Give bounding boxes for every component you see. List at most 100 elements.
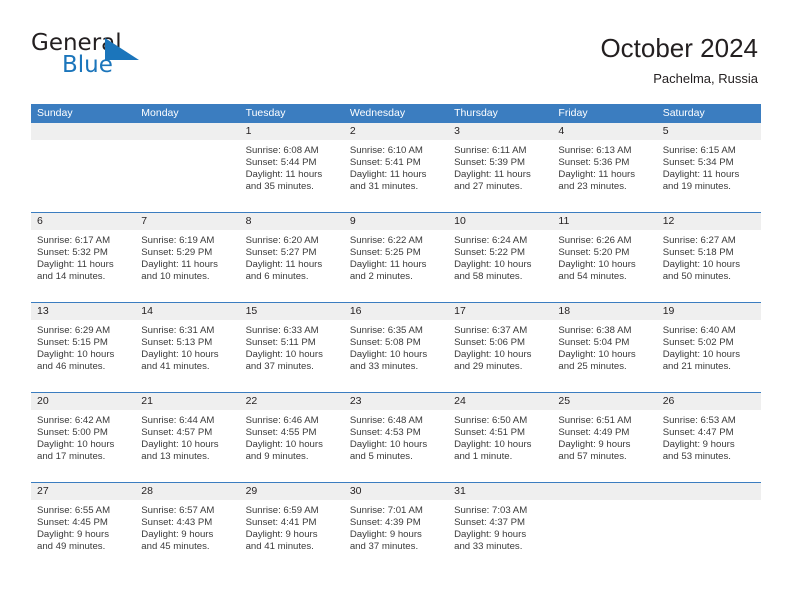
- day-cell-11[interactable]: Sunrise: 6:26 AM Sunset: 5:20 PM Daylight:…: [552, 230, 656, 302]
- day-detail-line: Daylight: 11 hours: [141, 259, 218, 271]
- calendar-week-row: 13 14 15 16 17 18 19 Sunrise: 6:29 AM Sunset: 5:…: [31, 302, 761, 392]
- day-cell-6[interactable]: Sunrise: 6:17 AM Sunset: 5:32 PM Daylight:…: [31, 230, 135, 302]
- day-number-25[interactable]: 25: [552, 393, 656, 410]
- brand-name-blue: Blue: [62, 52, 113, 78]
- day-number-8[interactable]: 8: [240, 213, 344, 230]
- day-number-27[interactable]: 27: [31, 483, 135, 500]
- day-detail-line: Daylight: 10 hours: [37, 439, 115, 451]
- day-number-24[interactable]: 24: [448, 393, 552, 410]
- day-number-29[interactable]: 29: [240, 483, 344, 500]
- day-number-7[interactable]: 7: [135, 213, 239, 230]
- calendar-weeks: 1 2 3 4 5 Sunrise: 6:08 AM Sunset: 5:44 PM Dayl…: [31, 123, 761, 566]
- day-number-23[interactable]: 23: [344, 393, 448, 410]
- day-number-19[interactable]: 19: [657, 303, 761, 320]
- calendar-week-row: 1 2 3 4 5 Sunrise: 6:08 AM Sunset: 5:44 PM Dayl…: [31, 123, 761, 212]
- day-number-empty: [552, 483, 656, 500]
- title-block: October 2024 Pachelma, Russia: [600, 32, 758, 86]
- day-number-31[interactable]: 31: [448, 483, 552, 500]
- brand-logo[interactable]: General Blue: [31, 32, 143, 86]
- day-cell-25[interactable]: Sunrise: 6:51 AM Sunset: 4:49 PM Daylight:…: [552, 410, 656, 482]
- day-number-15[interactable]: 15: [240, 303, 344, 320]
- day-detail-line: Sunrise: 6:55 AM: [37, 505, 111, 516]
- day-detail-line: Sunrise: 6:44 AM: [141, 415, 215, 426]
- day-number-17[interactable]: 17: [448, 303, 552, 320]
- day-number-9[interactable]: 9: [344, 213, 448, 230]
- day-detail-line: Sunrise: 6:19 AM: [141, 235, 215, 246]
- day-detail-line: and 53 minutes.: [662, 451, 731, 463]
- day-detail-line: Sunrise: 6:27 AM: [662, 235, 736, 246]
- day-number-3[interactable]: 3: [448, 123, 552, 140]
- day-detail-line: and 27 minutes.: [454, 181, 523, 193]
- day-cell-10[interactable]: Sunrise: 6:24 AM Sunset: 5:22 PM Daylight:…: [448, 230, 552, 302]
- day-cell-16[interactable]: Sunrise: 6:35 AM Sunset: 5:08 PM Daylight:…: [344, 320, 448, 392]
- day-cell-15[interactable]: Sunrise: 6:33 AM Sunset: 5:11 PM Daylight:…: [240, 320, 344, 392]
- day-cell-3[interactable]: Sunrise: 6:11 AM Sunset: 5:39 PM Daylight:…: [448, 140, 552, 212]
- day-detail-line: and 19 minutes.: [662, 181, 731, 193]
- day-detail-line: Daylight: 10 hours: [349, 349, 428, 361]
- day-cell-14[interactable]: Sunrise: 6:31 AM Sunset: 5:13 PM Daylight:…: [135, 320, 239, 392]
- day-number-4[interactable]: 4: [552, 123, 656, 140]
- day-number-21[interactable]: 21: [135, 393, 239, 410]
- day-number-28[interactable]: 28: [135, 483, 239, 500]
- day-detail-line: Sunset: 4:37 PM: [454, 517, 526, 529]
- weekday-header-thursday: Thursday: [454, 107, 498, 119]
- day-detail-line: and 50 minutes.: [662, 271, 731, 283]
- day-number-20[interactable]: 20: [31, 393, 135, 410]
- day-number-10[interactable]: 10: [448, 213, 552, 230]
- weekday-header-tuesday: Tuesday: [245, 107, 286, 119]
- day-detail-line: Daylight: 11 hours: [662, 169, 740, 181]
- day-number-12[interactable]: 12: [657, 213, 761, 230]
- day-cell-20[interactable]: Sunrise: 6:42 AM Sunset: 5:00 PM Daylight:…: [31, 410, 135, 482]
- day-cell-31[interactable]: Sunrise: 7:03 AM Sunset: 4:37 PM Daylight:…: [448, 500, 552, 566]
- day-detail-line: and 41 minutes.: [141, 361, 210, 373]
- day-cell-18[interactable]: Sunrise: 6:38 AM Sunset: 5:04 PM Daylight:…: [552, 320, 656, 392]
- day-detail-band: Sunrise: 6:29 AM Sunset: 5:15 PM Daylight:…: [31, 320, 761, 392]
- day-detail-line: Sunrise: 7:03 AM: [454, 505, 528, 516]
- day-cell-27[interactable]: Sunrise: 6:55 AM Sunset: 4:45 PM Daylight:…: [31, 500, 135, 566]
- day-cell-29[interactable]: Sunrise: 6:59 AM Sunset: 4:41 PM Daylight:…: [240, 500, 344, 566]
- day-detail-line: Daylight: 9 hours: [245, 529, 318, 541]
- day-detail-line: Sunrise: 6:29 AM: [37, 325, 111, 336]
- day-number-11[interactable]: 11: [552, 213, 656, 230]
- day-detail-line: Daylight: 11 hours: [37, 259, 114, 271]
- day-detail-line: Daylight: 9 hours: [454, 529, 527, 541]
- day-cell-17[interactable]: Sunrise: 6:37 AM Sunset: 5:06 PM Daylight:…: [448, 320, 552, 392]
- day-detail-line: and 5 minutes.: [349, 451, 413, 463]
- day-detail-line: and 21 minutes.: [662, 361, 731, 373]
- day-cell-7[interactable]: Sunrise: 6:19 AM Sunset: 5:29 PM Daylight:…: [135, 230, 239, 302]
- day-cell-30[interactable]: Sunrise: 7:01 AM Sunset: 4:39 PM Daylight:…: [344, 500, 448, 566]
- day-number-14[interactable]: 14: [135, 303, 239, 320]
- day-cell-26[interactable]: Sunrise: 6:53 AM Sunset: 4:47 PM Daylight:…: [657, 410, 761, 482]
- day-number-18[interactable]: 18: [552, 303, 656, 320]
- day-cell-22[interactable]: Sunrise: 6:46 AM Sunset: 4:55 PM Daylight:…: [240, 410, 344, 482]
- day-number-6[interactable]: 6: [31, 213, 135, 230]
- day-number-26[interactable]: 26: [657, 393, 761, 410]
- day-cell-21[interactable]: Sunrise: 6:44 AM Sunset: 4:57 PM Daylight:…: [135, 410, 239, 482]
- day-cell-13[interactable]: Sunrise: 6:29 AM Sunset: 5:15 PM Daylight:…: [31, 320, 135, 392]
- day-cell-8[interactable]: Sunrise: 6:20 AM Sunset: 5:27 PM Daylight:…: [240, 230, 344, 302]
- day-cell-5[interactable]: Sunrise: 6:15 AM Sunset: 5:34 PM Daylight:…: [657, 140, 761, 212]
- day-number-empty: [657, 483, 761, 500]
- day-detail-line: and 14 minutes.: [37, 271, 106, 283]
- day-detail-line: and 13 minutes.: [141, 451, 210, 463]
- day-number-2[interactable]: 2: [344, 123, 448, 140]
- day-detail-line: Sunset: 5:36 PM: [558, 157, 630, 169]
- day-detail-line: Sunrise: 6:33 AM: [245, 325, 319, 336]
- day-cell-23[interactable]: Sunrise: 6:48 AM Sunset: 4:53 PM Daylight:…: [344, 410, 448, 482]
- day-number-13[interactable]: 13: [31, 303, 135, 320]
- day-cell-2[interactable]: Sunrise: 6:10 AM Sunset: 5:41 PM Daylight:…: [344, 140, 448, 212]
- day-cell-4[interactable]: Sunrise: 6:13 AM Sunset: 5:36 PM Daylight:…: [552, 140, 656, 212]
- day-cell-12[interactable]: Sunrise: 6:27 AM Sunset: 5:18 PM Daylight:…: [657, 230, 761, 302]
- day-cell-1[interactable]: Sunrise: 6:08 AM Sunset: 5:44 PM Daylight:…: [240, 140, 344, 212]
- day-number-1[interactable]: 1: [240, 123, 344, 140]
- day-number-5[interactable]: 5: [657, 123, 761, 140]
- day-cell-9[interactable]: Sunrise: 6:22 AM Sunset: 5:25 PM Daylight:…: [344, 230, 448, 302]
- day-cell-24[interactable]: Sunrise: 6:50 AM Sunset: 4:51 PM Daylight:…: [448, 410, 552, 482]
- day-cell-28[interactable]: Sunrise: 6:57 AM Sunset: 4:43 PM Daylight:…: [135, 500, 239, 566]
- day-number-30[interactable]: 30: [344, 483, 448, 500]
- day-detail-line: Sunrise: 6:08 AM: [245, 145, 319, 156]
- day-cell-19[interactable]: Sunrise: 6:40 AM Sunset: 5:02 PM Daylight:…: [657, 320, 761, 392]
- day-number-16[interactable]: 16: [344, 303, 448, 320]
- day-detail-line: Sunset: 4:49 PM: [558, 427, 630, 439]
- day-number-22[interactable]: 22: [240, 393, 344, 410]
